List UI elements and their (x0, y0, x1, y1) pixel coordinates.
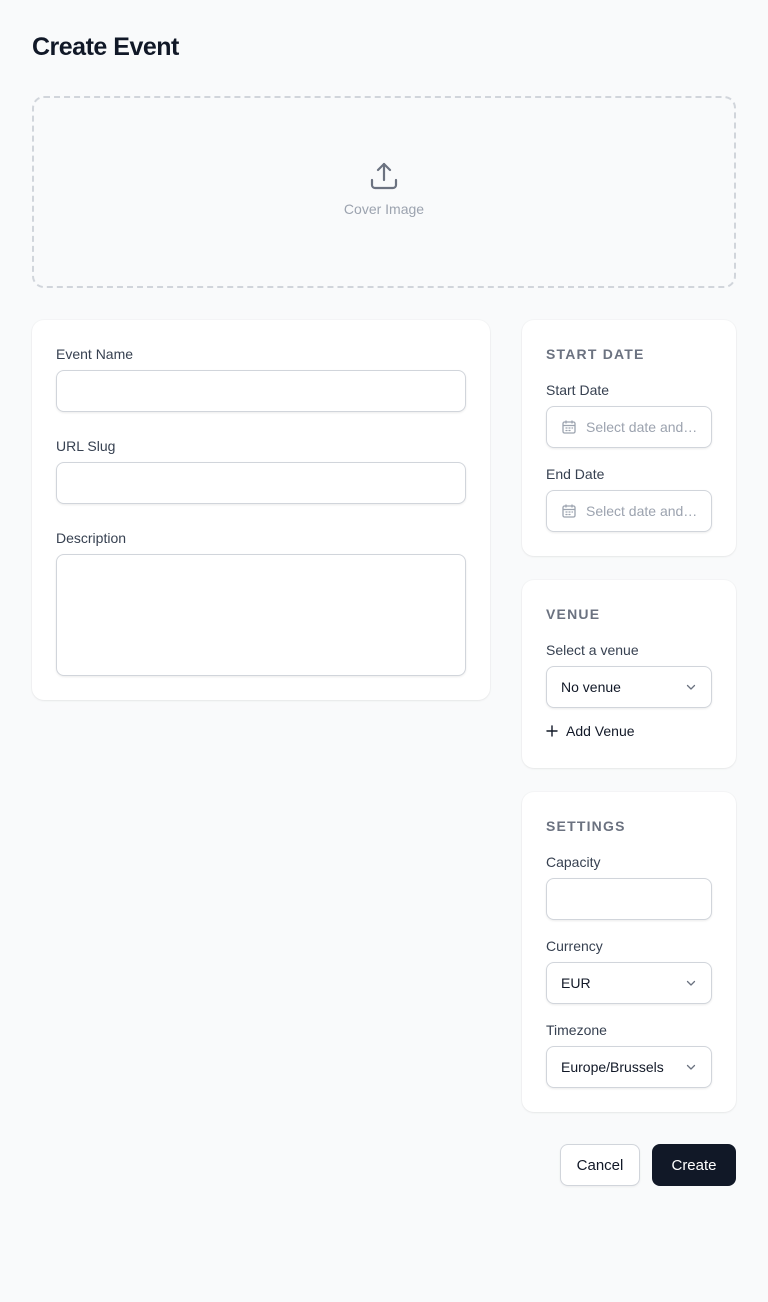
page-title: Create Event (32, 33, 179, 61)
url-slug-input[interactable] (56, 462, 466, 504)
venue-select-label: Select a venue (546, 642, 639, 658)
event-name-label: Event Name (56, 346, 134, 362)
calendar-icon (562, 420, 576, 434)
start-date-section-title: START DATE (546, 346, 645, 362)
venue-selected-value: No venue (561, 679, 621, 695)
venue-section-title: VENUE (546, 606, 601, 622)
settings-section-title: SETTINGS (546, 818, 626, 834)
timezone-label: Timezone (546, 1022, 607, 1038)
description-label: Description (56, 530, 127, 546)
create-event-page: Create Event Cover Image Event Name URL … (0, 0, 768, 1302)
calendar-icon (562, 504, 576, 518)
start-date-picker[interactable]: Select date and time (546, 406, 712, 448)
venue-card: VENUE Select a venue No venue Add Venue (522, 580, 736, 768)
event-details-card: Event Name URL Slug Description (32, 320, 490, 700)
start-date-card: START DATE Start Date Select date and ti… (522, 320, 736, 556)
chevron-down-icon (686, 684, 696, 690)
url-slug-label: URL Slug (56, 438, 116, 454)
currency-select[interactable]: EUR (546, 962, 712, 1004)
cover-image-label: Cover Image (343, 201, 425, 217)
event-name-input[interactable] (56, 370, 466, 412)
venue-select[interactable]: No venue (546, 666, 712, 708)
currency-selected-value: EUR (561, 975, 591, 991)
description-textarea[interactable] (56, 554, 466, 676)
cover-image-dropzone[interactable]: Cover Image (32, 96, 736, 288)
start-date-placeholder: Select date and time (586, 419, 698, 435)
settings-card: SETTINGS Capacity Currency EUR Timezone … (522, 792, 736, 1112)
chevron-down-icon (686, 980, 696, 986)
end-date-placeholder: Select date and time (586, 503, 698, 519)
create-button[interactable]: Create (652, 1144, 736, 1186)
plus-icon (546, 725, 558, 737)
currency-label: Currency (546, 938, 603, 954)
end-date-label: End Date (546, 466, 605, 482)
add-venue-label: Add Venue (566, 723, 635, 739)
capacity-input[interactable] (546, 878, 712, 920)
start-date-label: Start Date (546, 382, 610, 398)
upload-icon (370, 162, 398, 190)
end-date-picker[interactable]: Select date and time (546, 490, 712, 532)
timezone-select[interactable]: Europe/Brussels (546, 1046, 712, 1088)
capacity-label: Capacity (546, 854, 601, 870)
timezone-selected-value: Europe/Brussels (561, 1059, 664, 1075)
chevron-down-icon (686, 1064, 696, 1070)
cancel-button[interactable]: Cancel (560, 1144, 640, 1186)
add-venue-button[interactable]: Add Venue (546, 723, 635, 739)
